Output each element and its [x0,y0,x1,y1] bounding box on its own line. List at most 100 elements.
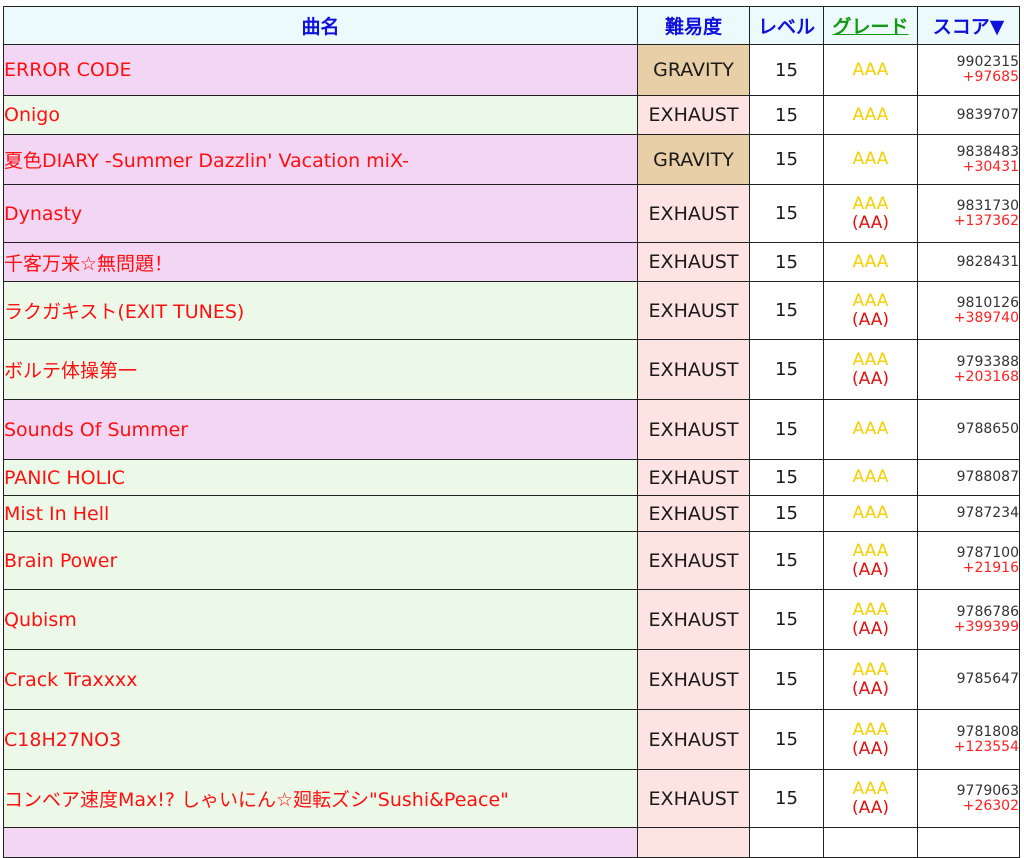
song-name[interactable]: Qubism [3,589,638,650]
score-diff: +123554 [953,738,1019,755]
grade-sub-value: (AA) [852,559,889,580]
header-row: 曲名 難易度 レベル グレード スコア▼ [3,6,1020,45]
table-row: ボルテ体操第一 EXHAUST 15 AAA (AA) 9793388 +203168 [3,339,1020,400]
score-value: 9831730 [956,197,1019,214]
difficulty-cell: EXHAUST [637,281,750,340]
grade-cell: AAA (AA) [823,769,918,828]
score-cell: 9779063 +26302 [917,769,1020,828]
header-score-sort[interactable]: スコア▼ [917,6,1020,45]
grade-cell: AAA [823,495,918,532]
level-cell: 15 [749,649,824,710]
score-cell: 9902315 +97685 [917,44,1020,96]
song-name[interactable]: 夏色DIARY -Summer Dazzlin' Vacation miX- [3,134,638,185]
score-value: 9810126 [956,294,1019,311]
score-diff: +30431 [962,158,1019,175]
difficulty-cell: EXHAUST [637,459,750,496]
score-cell: 9838483 +30431 [917,134,1020,185]
song-name[interactable]: Sounds Of Summer [3,399,638,460]
score-cell: 9810126 +389740 [917,281,1020,340]
level-cell: 15 [749,184,824,243]
song-name[interactable]: Dynasty [3,184,638,243]
grade-value: AAA [852,251,889,272]
table-row: Crack Traxxxx EXHAUST 15 AAA (AA) 9785647 [3,649,1020,710]
table-row: コンベア速度Max!? しゃいにん☆廻転ズシ"Sushi&Peace" EXHAU… [3,769,1020,828]
level-cell: 15 [749,495,824,532]
score-value: 9839707 [956,106,1019,123]
grade-value: AAA [852,659,889,680]
difficulty-cell: EXHAUST [637,769,750,828]
song-name[interactable] [3,827,638,858]
song-name[interactable]: Brain Power [3,531,638,590]
score-value: 9786786 [956,603,1019,620]
level-cell: 15 [749,531,824,590]
grade-value: AAA [852,467,889,487]
grade-cell [823,827,918,858]
grade-cell: AAA [823,459,918,496]
score-value: 9788650 [956,421,1019,437]
grade-value: AAA [852,719,889,740]
grade-value: AAA [852,59,889,80]
score-diff: +203168 [953,368,1019,385]
level-cell: 15 [749,44,824,96]
score-value: 9788087 [956,469,1019,485]
score-diff: +26302 [962,797,1019,814]
table-row: Dynasty EXHAUST 15 AAA (AA) 9831730 +137362 [3,184,1020,243]
difficulty-cell: EXHAUST [637,399,750,460]
grade-value: AAA [852,193,889,214]
grade-sub-value: (AA) [852,618,889,639]
grade-sub-value: (AA) [852,678,889,699]
header-difficulty[interactable]: 難易度 [637,6,750,45]
grade-cell: AAA (AA) [823,184,918,243]
song-name[interactable]: 千客万来☆無問題！ [3,242,638,282]
level-cell: 15 [749,242,824,282]
grade-cell: AAA [823,399,918,460]
difficulty-cell: GRAVITY [637,44,750,96]
level-cell [749,827,824,858]
header-song-name[interactable]: 曲名 [3,6,638,45]
song-name[interactable]: ERROR CODE [3,44,638,96]
song-name[interactable]: Onigo [3,95,638,135]
grade-cell: AAA [823,242,918,282]
grade-sub-value: (AA) [852,368,889,389]
level-cell: 15 [749,399,824,460]
score-value: 9779063 [956,782,1019,799]
score-cell: 9781808 +123554 [917,709,1020,770]
difficulty-cell: EXHAUST [637,339,750,400]
score-diff: +399399 [953,618,1019,635]
grade-sub-value: (AA) [852,738,889,759]
grade-cell: AAA [823,134,918,185]
level-cell: 15 [749,95,824,135]
song-name[interactable]: ボルテ体操第一 [3,339,638,400]
score-diff: +389740 [953,309,1019,326]
difficulty-cell: EXHAUST [637,589,750,650]
grade-cell: AAA [823,95,918,135]
score-cell: 9828431 [917,242,1020,282]
level-cell: 15 [749,134,824,185]
song-name[interactable]: C18H27NO3 [3,709,638,770]
score-diff: +97685 [962,69,1019,85]
grade-value: AAA [852,778,889,799]
song-name[interactable]: PANIC HOLIC [3,459,638,496]
level-cell: 15 [749,281,824,340]
difficulty-cell: EXHAUST [637,495,750,532]
song-name[interactable]: コンベア速度Max!? しゃいにん☆廻転ズシ"Sushi&Peace" [3,769,638,828]
table-row: PANIC HOLIC EXHAUST 15 AAA 9788087 [3,459,1020,496]
table-row: Qubism EXHAUST 15 AAA (AA) 9786786 +399399 [3,589,1020,650]
song-name[interactable]: ラクガキスト(EXIT TUNES) [3,281,638,340]
level-cell: 15 [749,589,824,650]
score-diff: +21916 [962,559,1019,576]
score-value: 9838483 [956,143,1019,160]
grade-value: AAA [852,290,889,311]
grade-sub-value: (AA) [852,797,889,818]
score-value: 9787234 [956,505,1019,521]
table-row: Brain Power EXHAUST 15 AAA (AA) 9787100 +21916 [3,531,1020,590]
song-name[interactable]: Crack Traxxxx [3,649,638,710]
header-level[interactable]: レベル [749,6,824,45]
difficulty-cell: EXHAUST [637,95,750,135]
header-grade-link[interactable]: グレード [823,6,918,45]
grade-sub-value: (AA) [852,212,889,233]
grade-value: AAA [852,419,889,439]
score-cell: 9786786 +399399 [917,589,1020,650]
song-name[interactable]: Mist In Hell [3,495,638,532]
grade-cell: AAA (AA) [823,281,918,340]
